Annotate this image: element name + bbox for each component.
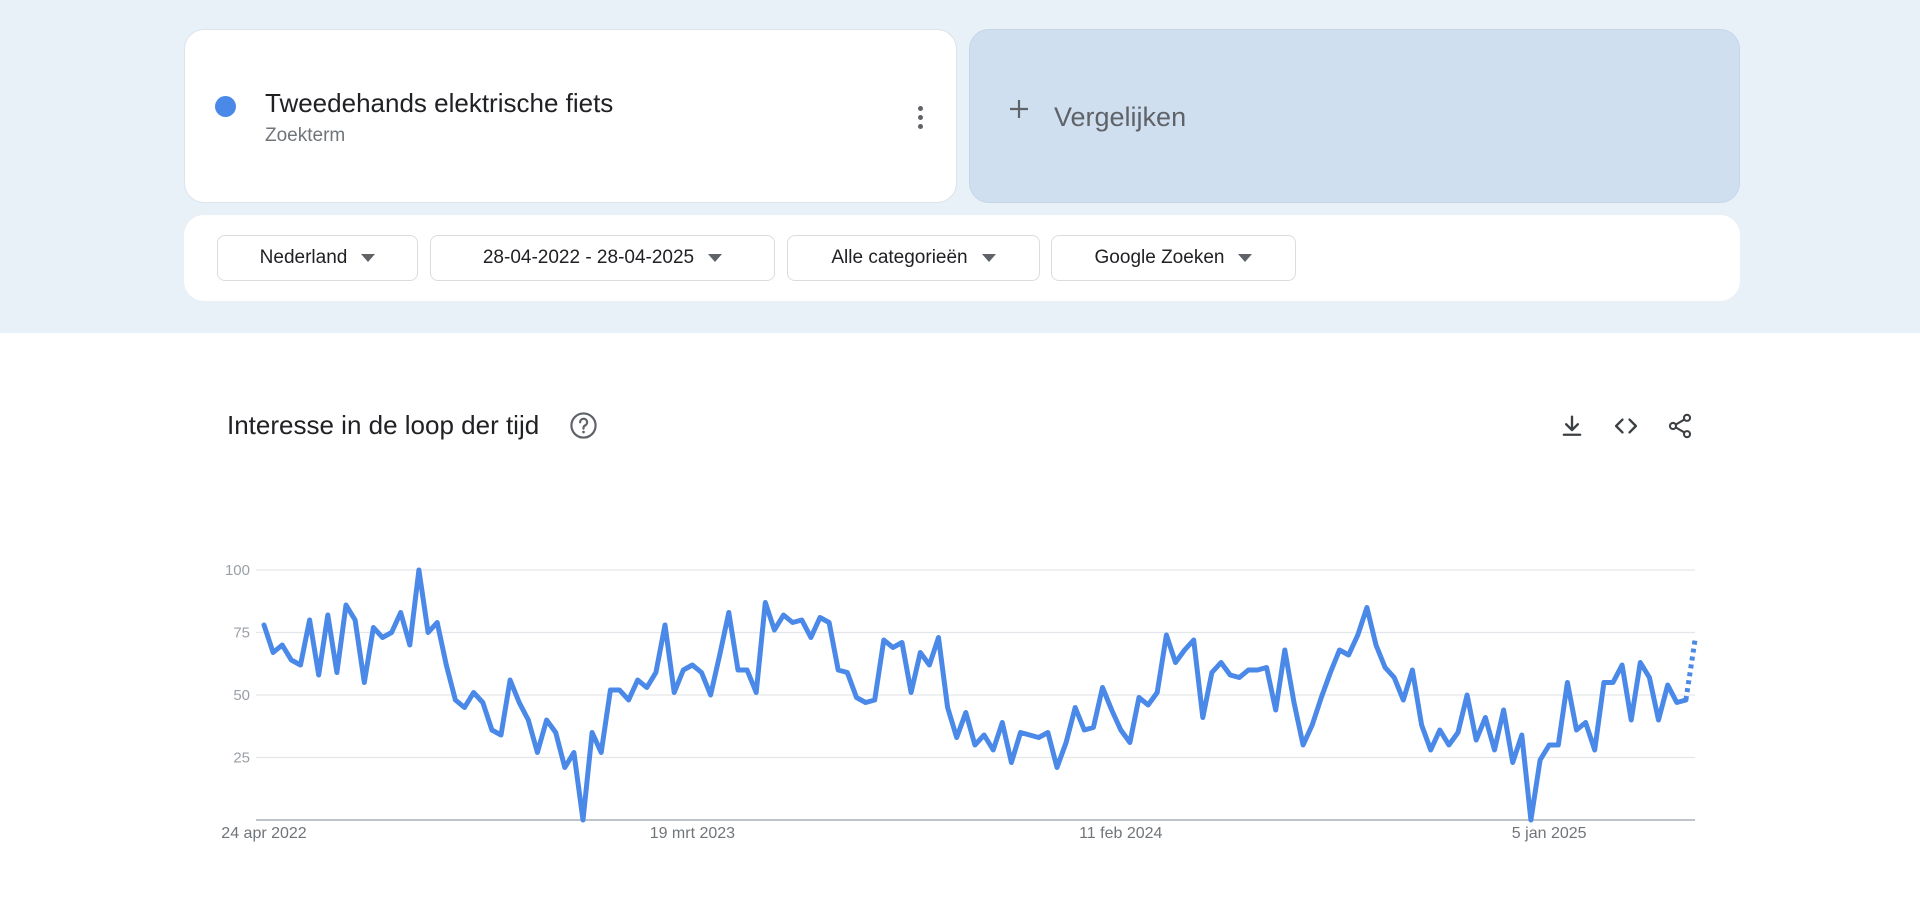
search-type-filter-label: Google Zoeken — [1094, 247, 1225, 268]
caret-down-icon — [981, 254, 996, 262]
search-term-title[interactable]: Tweedehands elektrische fiets — [265, 88, 613, 119]
compare-label: Vergelijken — [1054, 102, 1187, 132]
compare-button[interactable]: Vergelijken — [969, 29, 1740, 203]
search-term-type: Zoekterm — [265, 125, 346, 146]
embed-code-icon[interactable] — [1612, 412, 1640, 440]
date-range-filter-label: 28-04-2022 - 28-04-2025 — [482, 247, 695, 268]
chart-series — [261, 567, 1698, 823]
caret-down-icon — [361, 254, 376, 262]
date-range-filter[interactable]: 28-04-2022 - 28-04-2025 — [430, 235, 775, 281]
x-tick-label: 5 jan 2025 — [1512, 825, 1587, 842]
more-vert-icon[interactable] — [908, 102, 932, 132]
region-filter-label: Nederland — [259, 247, 348, 268]
help-icon[interactable] — [569, 411, 598, 440]
chart-section-title: Interesse in de loop der tijd — [227, 410, 540, 440]
y-tick-label: 75 — [233, 625, 250, 642]
x-tick-label: 24 apr 2022 — [221, 825, 307, 842]
caret-down-icon — [708, 254, 723, 262]
caret-down-icon — [1238, 254, 1253, 262]
search-type-filter[interactable]: Google Zoeken — [1051, 235, 1296, 281]
y-tick-label: 100 — [225, 562, 250, 579]
x-tick-label: 11 feb 2024 — [1079, 825, 1162, 842]
search-term-card[interactable]: Tweedehands elektrische fiets Zoekterm — [184, 29, 957, 203]
chart-axis-labels: 25 50 75 100 24 apr 2022 19 mrt 2023 11 feb 20… — [221, 562, 1586, 842]
x-tick-label: 19 mrt 2023 — [650, 825, 735, 842]
share-icon[interactable] — [1666, 412, 1694, 440]
download-icon[interactable] — [1558, 412, 1586, 440]
category-filter-label: Alle categorieën — [831, 247, 968, 268]
y-tick-label: 25 — [233, 750, 250, 767]
y-tick-label: 50 — [233, 687, 250, 704]
plus-icon — [1010, 100, 1028, 118]
filter-bar: Nederland 28-04-2022 - 28-04-2025 Alle c… — [184, 215, 1740, 301]
series-line — [261, 567, 1689, 823]
region-filter[interactable]: Nederland — [217, 235, 418, 281]
series-line-partial — [1683, 639, 1698, 701]
series-color-dot — [215, 96, 236, 117]
category-filter[interactable]: Alle categorieën — [787, 235, 1040, 281]
chart-grid — [256, 569, 1695, 821]
